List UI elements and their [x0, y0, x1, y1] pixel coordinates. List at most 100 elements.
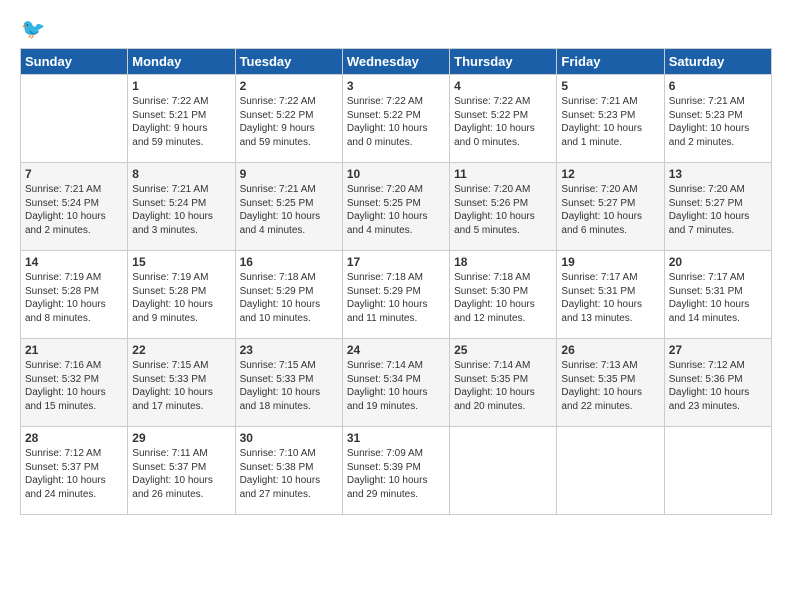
- calendar-week-row: 21Sunrise: 7:16 AMSunset: 5:32 PMDayligh…: [21, 339, 772, 427]
- day-number: 1: [132, 79, 230, 93]
- calendar-week-row: 7Sunrise: 7:21 AMSunset: 5:24 PMDaylight…: [21, 163, 772, 251]
- day-number: 3: [347, 79, 445, 93]
- cell-info: Sunrise: 7:11 AMSunset: 5:37 PMDaylight:…: [132, 447, 230, 501]
- cell-info: Sunrise: 7:19 AMSunset: 5:28 PMDaylight:…: [132, 271, 230, 325]
- day-number: 8: [132, 167, 230, 181]
- sunrise-text: Sunrise: 7:21 AM: [240, 183, 338, 197]
- daylight-text: Daylight: 10 hours: [561, 298, 659, 312]
- day-number: 19: [561, 255, 659, 269]
- calendar-cell: 31Sunrise: 7:09 AMSunset: 5:39 PMDayligh…: [342, 427, 449, 515]
- col-friday: Friday: [557, 49, 664, 75]
- sunrise-text: Sunrise: 7:18 AM: [454, 271, 552, 285]
- day-number: 16: [240, 255, 338, 269]
- daylight-text: Daylight: 10 hours: [669, 386, 767, 400]
- col-saturday: Saturday: [664, 49, 771, 75]
- sunrise-text: Sunrise: 7:22 AM: [347, 95, 445, 109]
- day-number: 5: [561, 79, 659, 93]
- calendar-cell: [557, 427, 664, 515]
- daylight-text: Daylight: 10 hours: [347, 386, 445, 400]
- daylight-text2: and 27 minutes.: [240, 488, 338, 502]
- day-number: 27: [669, 343, 767, 357]
- daylight-text2: and 11 minutes.: [347, 312, 445, 326]
- col-thursday: Thursday: [450, 49, 557, 75]
- svg-text:🐦: 🐦: [21, 19, 45, 41]
- day-number: 14: [25, 255, 123, 269]
- cell-info: Sunrise: 7:16 AMSunset: 5:32 PMDaylight:…: [25, 359, 123, 413]
- calendar-cell: 16 Sunrise: 7:18 AMSunset: 5:29 PMDayligh…: [235, 251, 342, 339]
- calendar-week-row: 14 Sunrise: 7:19 AMSunset: 5:28 PMDayligh…: [21, 251, 772, 339]
- daylight-text2: and 8 minutes.: [25, 312, 123, 326]
- calendar-cell: [21, 75, 128, 163]
- daylight-text: Daylight: 10 hours: [132, 386, 230, 400]
- cell-info: Sunrise: 7:18 AMSunset: 5:30 PMDaylight:…: [454, 271, 552, 325]
- calendar-cell: 10Sunrise: 7:20 AMSunset: 5:25 PMDayligh…: [342, 163, 449, 251]
- daylight-text: Daylight: 10 hours: [240, 210, 338, 224]
- sunrise-text: Sunrise: 7:16 AM: [25, 359, 123, 373]
- daylight-text: Daylight: 10 hours: [25, 298, 123, 312]
- daylight-text: Daylight: 10 hours: [561, 122, 659, 136]
- sunset-text: Sunset: 5:35 PM: [454, 373, 552, 387]
- cell-info: Sunrise: 7:22 AMSunset: 5:22 PMDaylight:…: [347, 95, 445, 149]
- header: 🐦: [20, 16, 772, 44]
- sunrise-text: Sunrise: 7:20 AM: [669, 183, 767, 197]
- daylight-text2: and 10 minutes.: [240, 312, 338, 326]
- cell-info: Sunrise: 7:22 AMSunset: 5:21 PMDaylight:…: [132, 95, 230, 149]
- daylight-text: Daylight: 10 hours: [454, 386, 552, 400]
- daylight-text: Daylight: 10 hours: [669, 210, 767, 224]
- sunrise-text: Sunrise: 7:15 AM: [240, 359, 338, 373]
- daylight-text2: and 18 minutes.: [240, 400, 338, 414]
- daylight-text2: and 7 minutes.: [669, 224, 767, 238]
- sunset-text: Sunset: 5:23 PM: [669, 109, 767, 123]
- calendar-cell: 9Sunrise: 7:21 AMSunset: 5:25 PMDaylight…: [235, 163, 342, 251]
- daylight-text: Daylight: 9 hours: [240, 122, 338, 136]
- cell-info: Sunrise: 7:18 AMSunset: 5:29 PMDaylight:…: [240, 271, 338, 325]
- calendar-cell: [450, 427, 557, 515]
- calendar-cell: 18Sunrise: 7:18 AMSunset: 5:30 PMDayligh…: [450, 251, 557, 339]
- day-number: 11: [454, 167, 552, 181]
- daylight-text: Daylight: 10 hours: [669, 298, 767, 312]
- calendar-cell: 25Sunrise: 7:14 AMSunset: 5:35 PMDayligh…: [450, 339, 557, 427]
- day-number: 9: [240, 167, 338, 181]
- calendar-table: Sunday Monday Tuesday Wednesday Thursday…: [20, 48, 772, 515]
- day-number: 17: [347, 255, 445, 269]
- cell-info: Sunrise: 7:22 AMSunset: 5:22 PMDaylight:…: [454, 95, 552, 149]
- sunset-text: Sunset: 5:37 PM: [25, 461, 123, 475]
- day-number: 23: [240, 343, 338, 357]
- daylight-text2: and 14 minutes.: [669, 312, 767, 326]
- sunset-text: Sunset: 5:21 PM: [132, 109, 230, 123]
- daylight-text: Daylight: 10 hours: [132, 474, 230, 488]
- cell-info: Sunrise: 7:22 AMSunset: 5:22 PMDaylight:…: [240, 95, 338, 149]
- sunset-text: Sunset: 5:39 PM: [347, 461, 445, 475]
- calendar-cell: 26Sunrise: 7:13 AMSunset: 5:35 PMDayligh…: [557, 339, 664, 427]
- sunset-text: Sunset: 5:34 PM: [347, 373, 445, 387]
- sunrise-text: Sunrise: 7:20 AM: [561, 183, 659, 197]
- daylight-text: Daylight: 10 hours: [132, 298, 230, 312]
- calendar-cell: 19 Sunrise: 7:17 AMSunset: 5:31 PMDayligh…: [557, 251, 664, 339]
- sunrise-text: Sunrise: 7:10 AM: [240, 447, 338, 461]
- calendar-header-row: Sunday Monday Tuesday Wednesday Thursday…: [21, 49, 772, 75]
- sunset-text: Sunset: 5:37 PM: [132, 461, 230, 475]
- sunset-text: Sunset: 5:32 PM: [25, 373, 123, 387]
- daylight-text2: and 4 minutes.: [347, 224, 445, 238]
- daylight-text2: and 9 minutes.: [132, 312, 230, 326]
- daylight-text: Daylight: 10 hours: [454, 122, 552, 136]
- daylight-text: Daylight: 10 hours: [454, 210, 552, 224]
- calendar-cell: 24Sunrise: 7:14 AMSunset: 5:34 PMDayligh…: [342, 339, 449, 427]
- daylight-text2: and 15 minutes.: [25, 400, 123, 414]
- calendar-cell: 2Sunrise: 7:22 AMSunset: 5:22 PMDaylight…: [235, 75, 342, 163]
- sunset-text: Sunset: 5:22 PM: [454, 109, 552, 123]
- daylight-text2: and 29 minutes.: [347, 488, 445, 502]
- sunset-text: Sunset: 5:36 PM: [669, 373, 767, 387]
- daylight-text2: and 26 minutes.: [132, 488, 230, 502]
- sunrise-text: Sunrise: 7:14 AM: [454, 359, 552, 373]
- sunset-text: Sunset: 5:33 PM: [240, 373, 338, 387]
- day-number: 28: [25, 431, 123, 445]
- cell-info: Sunrise: 7:17 AMSunset: 5:31 PMDaylight:…: [561, 271, 659, 325]
- calendar-cell: 14Sunrise: 7:19 AMSunset: 5:28 PMDayligh…: [21, 251, 128, 339]
- cell-info: Sunrise: 7:15 AMSunset: 5:33 PMDaylight:…: [132, 359, 230, 413]
- day-number: 20: [669, 255, 767, 269]
- day-number: 26: [561, 343, 659, 357]
- sunrise-text: Sunrise: 7:19 AM: [132, 271, 230, 285]
- daylight-text2: and 5 minutes.: [454, 224, 552, 238]
- daylight-text: Daylight: 10 hours: [25, 210, 123, 224]
